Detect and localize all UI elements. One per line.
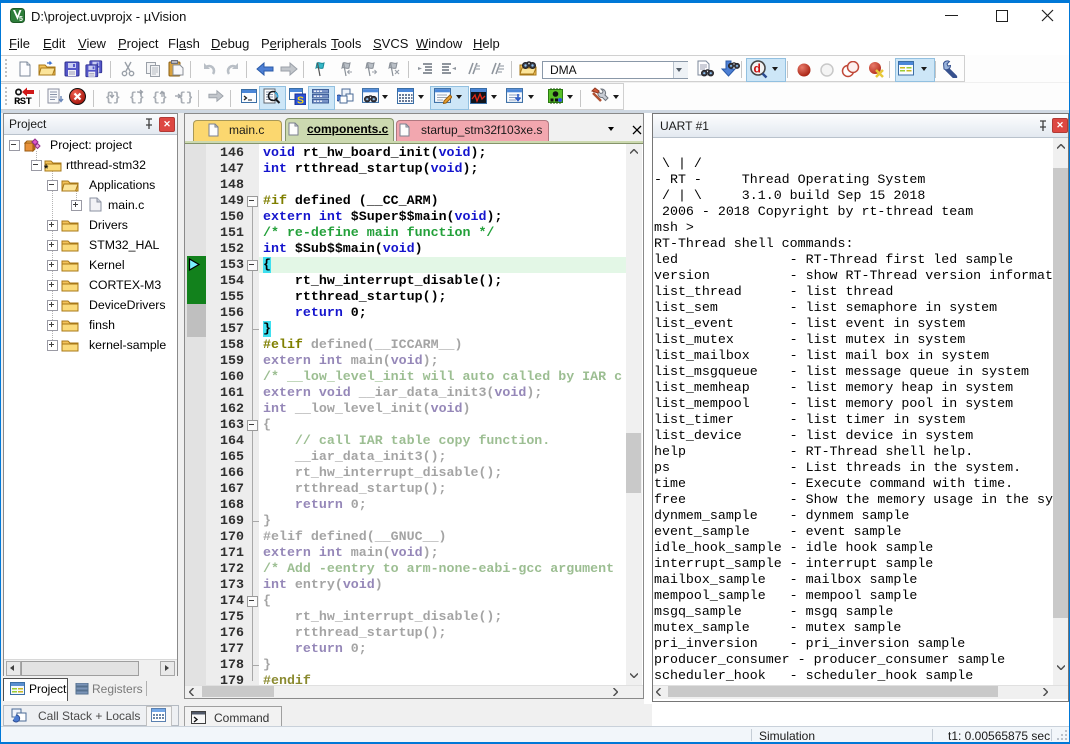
- svg-text:S: S: [297, 95, 304, 106]
- svg-text:*: *: [44, 163, 49, 172]
- svg-text:5: 5: [19, 16, 23, 23]
- svg-text:d: d: [754, 62, 761, 76]
